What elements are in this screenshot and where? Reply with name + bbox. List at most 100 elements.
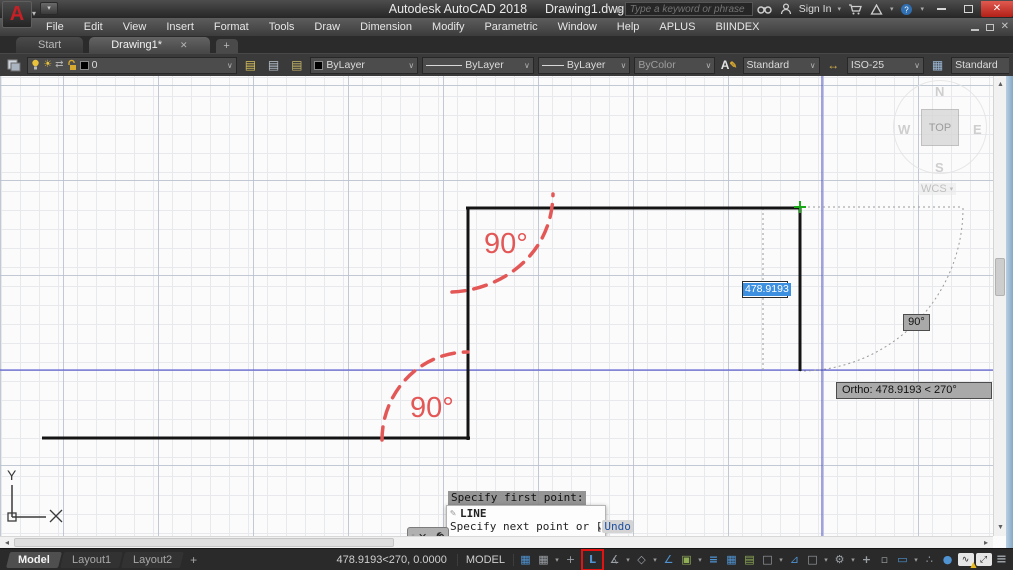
annotation-monitor-icon[interactable]: ●: [939, 551, 956, 569]
viewcube[interactable]: N W E S TOP WCS ▾: [885, 80, 995, 202]
exchange-caret-icon[interactable]: ▾: [890, 5, 894, 13]
drawing-area[interactable]: Y 90° 90° 478.9193 90° Ortho: 478.9193 <…: [0, 76, 1013, 548]
transparency-icon[interactable]: ▦: [723, 551, 740, 569]
doc-minimize-icon[interactable]: [970, 29, 979, 31]
new-tab-button[interactable]: +: [215, 39, 238, 53]
layer-dropdown[interactable]: ☀ ⇄ 0 ∨: [27, 56, 237, 74]
plot-style-dropdown[interactable]: ByColor ∨: [634, 56, 716, 74]
quick-access-toolbar-button[interactable]: ▾: [40, 2, 58, 15]
command-option-undo[interactable]: Undo: [602, 520, 633, 533]
command-history-expand-icon[interactable]: ▴: [597, 521, 602, 535]
tab-model[interactable]: Model: [6, 551, 62, 568]
ortho-mode-icon[interactable]: L: [584, 551, 601, 569]
menu-aplus[interactable]: APLUS: [649, 18, 705, 36]
object-snap-icon[interactable]: ▣: [678, 551, 695, 569]
layer-states-icon[interactable]: ▤: [241, 56, 260, 74]
application-menu-button[interactable]: A: [2, 1, 32, 28]
3d-osnap-dropdown-icon[interactable]: ▾: [777, 556, 785, 564]
menu-file[interactable]: File: [36, 18, 74, 36]
snap-mode-icon[interactable]: ▦: [535, 551, 552, 569]
layer-dropdown-icon[interactable]: ∨: [227, 61, 233, 70]
vertical-scrollbar[interactable]: ▲ ▼: [993, 76, 1006, 536]
layer-previous-icon[interactable]: ▤: [287, 56, 306, 74]
annotation-scale-dropdown-icon[interactable]: ▾: [912, 556, 920, 564]
menu-window[interactable]: Window: [548, 18, 607, 36]
minimize-button[interactable]: [929, 1, 954, 17]
doc-restore-icon[interactable]: [985, 23, 994, 31]
text-style-dropdown[interactable]: Standard ∨: [742, 56, 820, 74]
horizontal-scrollbar[interactable]: ◂ ▸: [0, 536, 993, 548]
dynamic-ucs-icon[interactable]: ⊿: [786, 551, 803, 569]
viewcube-north[interactable]: N: [935, 84, 944, 99]
restore-button[interactable]: [956, 1, 981, 17]
menu-tools[interactable]: Tools: [259, 18, 305, 36]
viewcube-south[interactable]: S: [935, 160, 944, 175]
autoscale-icon[interactable]: ▫: [876, 551, 893, 569]
selection-filtering-icon[interactable]: □: [804, 551, 821, 569]
tab-layout1[interactable]: Layout1: [59, 551, 123, 568]
lineweight-display-icon[interactable]: ≡: [705, 551, 722, 569]
workspace-switching-icon[interactable]: ∴: [921, 551, 938, 569]
menu-modify[interactable]: Modify: [422, 18, 474, 36]
lineweight-dropdown-icon[interactable]: ∨: [621, 61, 627, 70]
menu-help[interactable]: Help: [607, 18, 650, 36]
make-object-layer-current-icon[interactable]: ▤: [264, 56, 283, 74]
menu-view[interactable]: View: [113, 18, 157, 36]
graphics-performance-icon[interactable]: ∿ ▲: [957, 551, 977, 569]
table-style-icon[interactable]: ▦: [928, 56, 947, 74]
osnap-dropdown-icon[interactable]: ▾: [696, 556, 704, 564]
menu-biindex[interactable]: BIINDEX: [705, 18, 769, 36]
dimension-style-dropdown-icon[interactable]: ∨: [914, 61, 920, 70]
dynamic-input-field[interactable]: 478.9193: [742, 281, 791, 298]
iso-dropdown-icon[interactable]: ▾: [651, 556, 659, 564]
layer-properties-manager-icon[interactable]: [4, 56, 23, 74]
search-icon[interactable]: [757, 4, 772, 15]
annotation-scale-icon[interactable]: ▭: [894, 551, 911, 569]
viewcube-wcs-menu[interactable]: WCS ▾: [918, 183, 957, 195]
tab-close-icon[interactable]: ✕: [180, 37, 188, 53]
3d-object-snap-icon[interactable]: □: [759, 551, 776, 569]
dimension-style-dropdown[interactable]: ISO-25 ∨: [846, 56, 924, 74]
new-layout-button[interactable]: +: [190, 553, 197, 567]
object-snap-tracking-icon[interactable]: ∠: [660, 551, 677, 569]
dynamic-input-icon[interactable]: +: [562, 551, 579, 569]
tab-layout2[interactable]: Layout2: [120, 551, 185, 568]
menu-format[interactable]: Format: [204, 18, 259, 36]
sign-in-caret-icon[interactable]: ▾: [837, 5, 841, 13]
help-icon[interactable]: ?: [900, 3, 913, 16]
gizmo-dropdown-icon[interactable]: ▾: [849, 556, 857, 564]
gizmo-icon[interactable]: ⚙: [831, 551, 848, 569]
tab-drawing1[interactable]: Drawing1* ✕: [89, 37, 210, 53]
plot-style-dropdown-icon[interactable]: ∨: [705, 61, 711, 70]
search-expand-icon[interactable]: ▶: [617, 5, 623, 14]
dimension-style-icon[interactable]: ↔: [824, 56, 843, 74]
annotation-visibility-icon[interactable]: +: [858, 551, 875, 569]
menu-insert[interactable]: Insert: [156, 18, 204, 36]
object-color-dropdown[interactable]: ByLayer ∨: [310, 56, 419, 74]
snap-dropdown-icon[interactable]: ▾: [553, 556, 561, 564]
menu-parametric[interactable]: Parametric: [474, 18, 547, 36]
selection-filter-dropdown-icon[interactable]: ▾: [822, 556, 830, 564]
customization-menu-icon[interactable]: ≡: [993, 551, 1010, 569]
lineweight-dropdown[interactable]: ByLayer ∨: [537, 56, 631, 74]
text-style-dropdown-icon[interactable]: ∨: [810, 61, 816, 70]
linetype-dropdown[interactable]: ByLayer ∨: [422, 56, 534, 74]
vertical-scroll-thumb[interactable]: [995, 258, 1005, 296]
isometric-drafting-icon[interactable]: ◇: [633, 551, 650, 569]
clean-screen-icon[interactable]: ⤢: [975, 551, 992, 569]
doc-close-icon[interactable]: ✕: [1001, 19, 1009, 35]
viewcube-top-face[interactable]: TOP: [921, 109, 959, 146]
help-caret-icon[interactable]: ▾: [920, 5, 924, 13]
menu-edit[interactable]: Edit: [74, 18, 113, 36]
tab-start[interactable]: Start: [16, 37, 84, 53]
search-input[interactable]: [624, 2, 753, 16]
viewcube-west[interactable]: W: [898, 122, 910, 137]
horizontal-scroll-thumb[interactable]: [14, 538, 394, 547]
sign-in-button[interactable]: Sign In: [799, 3, 832, 15]
color-dropdown-icon[interactable]: ∨: [408, 61, 414, 70]
close-button[interactable]: ✕: [981, 1, 1013, 17]
text-style-icon[interactable]: A ✎: [719, 56, 738, 74]
linetype-dropdown-icon[interactable]: ∨: [524, 61, 530, 70]
polar-tracking-icon[interactable]: ∡: [606, 551, 623, 569]
autodesk-exchange-icon[interactable]: [870, 3, 883, 15]
